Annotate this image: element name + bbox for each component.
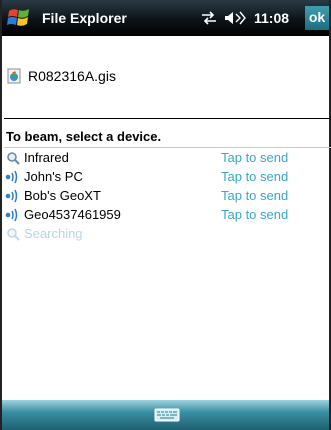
keyboard-icon[interactable] <box>152 406 182 424</box>
tap-to-send-link[interactable]: Tap to send <box>221 150 288 165</box>
bottom-bar <box>2 400 329 430</box>
device-name: Bob's GeoXT <box>24 188 101 203</box>
bluetooth-device-icon <box>5 188 21 204</box>
ok-button[interactable]: ok <box>305 6 329 30</box>
device-item-infrared[interactable]: Infrared Tap to send <box>4 148 329 167</box>
app-title: File Explorer <box>42 10 127 26</box>
tap-to-send-link[interactable]: Tap to send <box>221 169 288 184</box>
volume-icon[interactable] <box>223 11 247 25</box>
device-name: Infrared <box>24 150 69 165</box>
device-list: Infrared Tap to send John's PC Tap to se… <box>4 148 329 243</box>
file-item: R082316A.gis <box>6 66 116 86</box>
device-item-johns-pc[interactable]: John's PC Tap to send <box>4 167 329 186</box>
searching-status: Searching <box>24 226 83 241</box>
clock[interactable]: 11:08 <box>254 10 289 26</box>
beam-prompt: To beam, select a device. <box>6 129 162 144</box>
device-item-searching: Searching <box>4 224 329 243</box>
device-item-bobs-geoxt[interactable]: Bob's GeoXT Tap to send <box>4 186 329 205</box>
start-menu-icon[interactable] <box>6 5 32 31</box>
title-bar: File Explorer 11:08 ok <box>2 0 329 36</box>
tap-to-send-link[interactable]: Tap to send <box>221 207 288 222</box>
search-icon <box>5 150 21 166</box>
device-name: Geo4537461959 <box>24 207 121 222</box>
connectivity-icon[interactable] <box>199 11 219 25</box>
gis-file-icon <box>7 68 21 84</box>
device-name: John's PC <box>24 169 83 184</box>
screen-frame: File Explorer 11:08 ok R082316A.gis To b… <box>0 0 331 430</box>
search-icon <box>5 226 21 242</box>
bluetooth-device-icon <box>5 169 21 185</box>
device-item-geo4537461959[interactable]: Geo4537461959 Tap to send <box>4 205 329 224</box>
section-divider <box>4 118 331 119</box>
file-name: R082316A.gis <box>28 68 116 84</box>
bluetooth-device-icon <box>5 207 21 223</box>
tap-to-send-link[interactable]: Tap to send <box>221 188 288 203</box>
